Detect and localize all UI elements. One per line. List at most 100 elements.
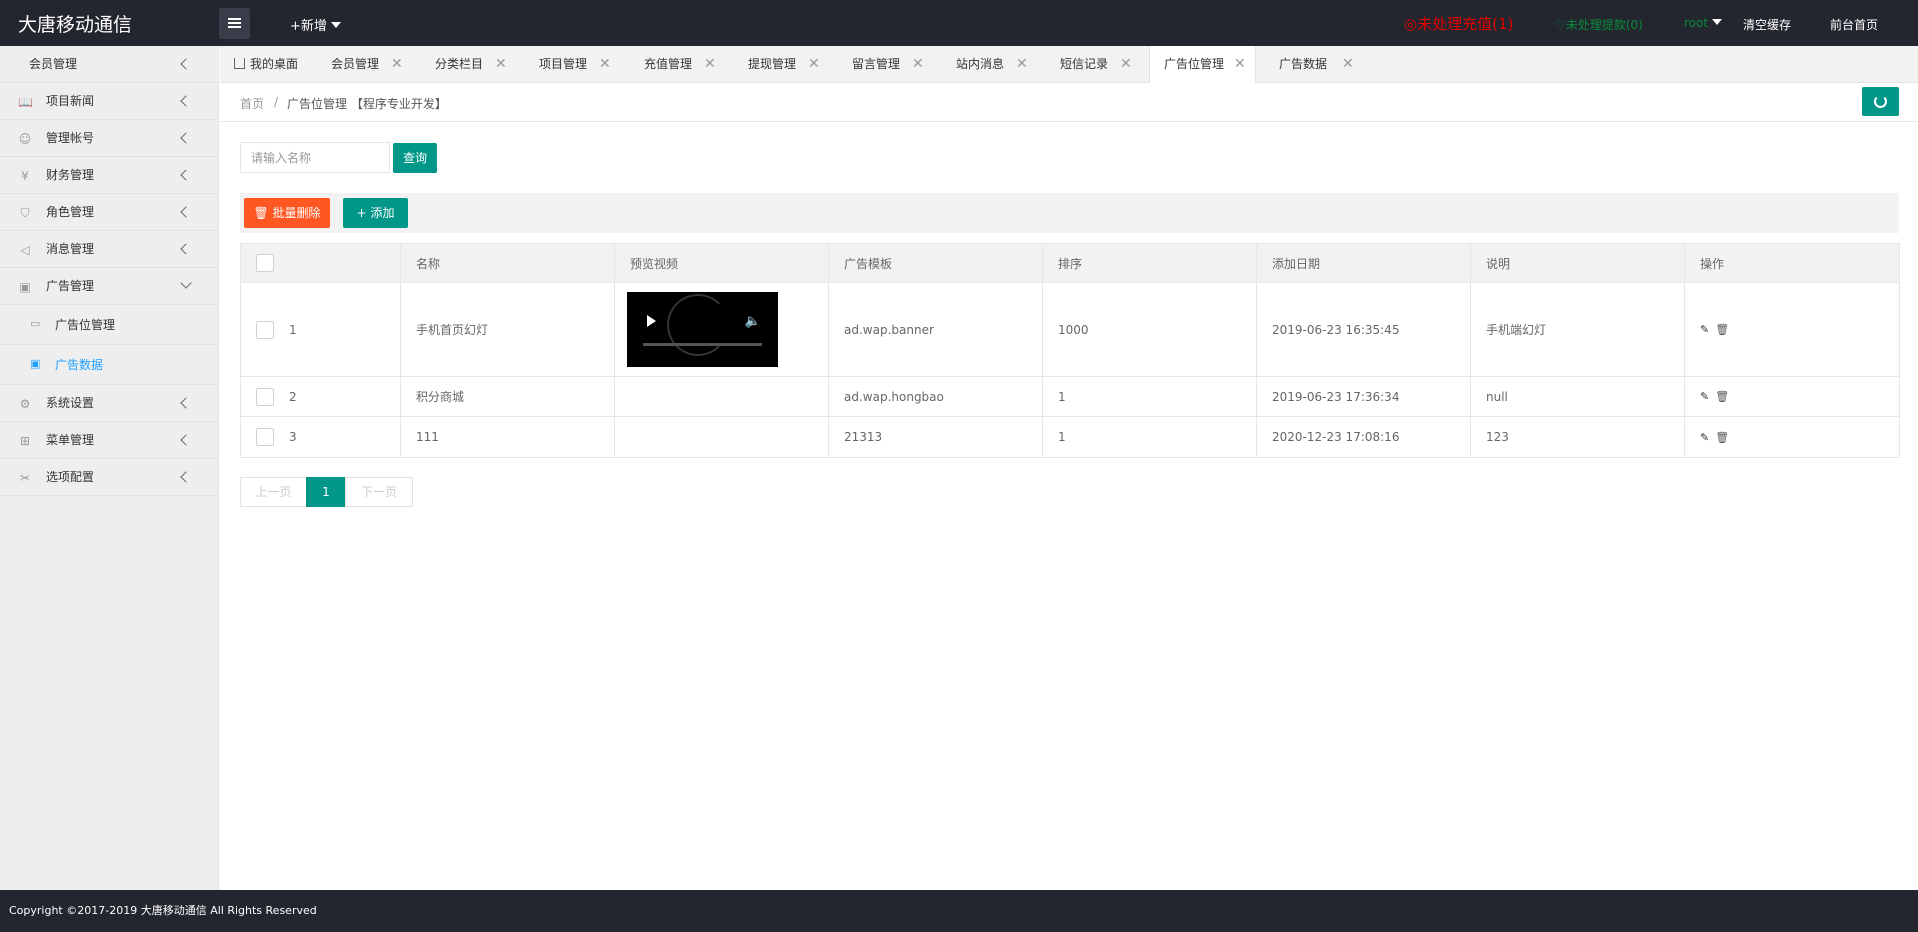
header-select-all-cell xyxy=(241,244,401,282)
sidebar-item-news[interactable]: 📖 项目新闻 xyxy=(0,83,218,120)
sidebar-item-label: 菜单管理 xyxy=(46,433,95,447)
trash-icon[interactable]: 🗑 xyxy=(1715,390,1729,403)
row-checkbox[interactable] xyxy=(256,428,274,446)
tab-ad-data[interactable]: 广告数据 ✕ xyxy=(1279,46,1359,83)
column-header: 预览视频 xyxy=(615,244,829,282)
prev-page-button[interactable]: 上一页 xyxy=(240,477,307,507)
close-icon[interactable]: ✕ xyxy=(391,46,403,83)
search-input[interactable] xyxy=(240,142,390,173)
tools-icon: ✂ xyxy=(19,471,31,485)
chevron-left-icon xyxy=(180,169,192,181)
breadcrumb-home[interactable]: 首页 xyxy=(240,95,264,112)
tab-label: 短信记录 xyxy=(1060,57,1109,71)
pending-recharge-link[interactable]: ◎未处理充值(1) xyxy=(1404,13,1513,34)
cell-sort: 1 xyxy=(1043,417,1257,457)
sidebar-item-label: 系统设置 xyxy=(46,396,95,410)
action-toolbar: 🗑 批量删除 + 添加 xyxy=(240,193,1899,233)
table-header-row: 名称 预览视频 广告模板 排序 添加日期 说明 操作 xyxy=(241,244,1899,283)
table-row: 3 111 21313 1 2020-12-23 17:08:16 123 ✎ 🗑 xyxy=(241,417,1899,457)
sidebar-item-finance[interactable]: ¥ 财务管理 xyxy=(0,157,218,194)
search-button[interactable]: 查询 xyxy=(393,143,437,173)
tab-categories[interactable]: 分类栏目 ✕ xyxy=(435,46,520,83)
tab-projects[interactable]: 项目管理 ✕ xyxy=(539,46,624,83)
chevron-left-icon xyxy=(180,243,192,255)
front-home-link[interactable]: 前台首页 xyxy=(1830,16,1878,33)
row-checkbox[interactable] xyxy=(256,320,274,339)
image-icon: ▣ xyxy=(30,357,41,370)
pending-withdraw-link[interactable]: ♡未处理提款(0) xyxy=(1555,16,1643,33)
tab-recharge[interactable]: 充值管理 ✕ xyxy=(644,46,729,83)
menu-toggle-button[interactable] xyxy=(219,8,250,39)
tab-ad-slots[interactable]: 广告位管理 ✕ xyxy=(1149,46,1256,83)
add-new-dropdown[interactable]: +新增 xyxy=(290,15,341,34)
sidebar-item-label: 角色管理 xyxy=(46,205,95,219)
close-icon[interactable]: ✕ xyxy=(599,46,611,83)
user-icon: ☺ xyxy=(18,132,32,146)
username: root xyxy=(1684,16,1709,30)
sidebar-item-accounts[interactable]: ☺ 管理帐号 xyxy=(0,120,218,157)
close-icon[interactable]: ✕ xyxy=(808,46,820,83)
video-progress-bar[interactable] xyxy=(643,343,762,346)
next-page-button[interactable]: 下一页 xyxy=(345,477,413,507)
close-icon[interactable]: ✕ xyxy=(1342,46,1354,83)
play-icon[interactable] xyxy=(647,315,656,327)
close-icon[interactable]: ✕ xyxy=(495,46,507,83)
cell-description: null xyxy=(1471,377,1685,416)
close-icon[interactable]: ✕ xyxy=(1120,46,1132,83)
cell-actions: ✎ 🗑 xyxy=(1685,377,1899,416)
cell-name: 积分商城 xyxy=(401,377,615,416)
row-select-cell: 3 xyxy=(241,417,401,457)
sidebar-item-roles[interactable]: ⛉ 角色管理 xyxy=(0,194,218,231)
row-checkbox[interactable] xyxy=(256,387,274,406)
video-player[interactable]: 🔈 xyxy=(627,292,778,367)
sidebar-item-options[interactable]: ✂ 选项配置 xyxy=(0,459,218,496)
top-header: 大唐移动通信 +新增 ◎未处理充值(1) ♡未处理提款(0) root 清空缓存… xyxy=(0,0,1918,46)
page-number-current[interactable]: 1 xyxy=(306,477,346,507)
edit-icon[interactable]: ✎ xyxy=(1700,390,1709,403)
tab-withdraw[interactable]: 提现管理 ✕ xyxy=(748,46,833,83)
tab-sms-log[interactable]: 短信记录 ✕ xyxy=(1060,46,1145,83)
cell-date: 2019-06-23 16:35:45 xyxy=(1257,283,1471,376)
speaker-icon: ◁ xyxy=(20,243,30,257)
tab-desktop[interactable]: 我的桌面 xyxy=(234,46,324,83)
close-icon[interactable]: ✕ xyxy=(912,46,924,83)
select-all-checkbox[interactable] xyxy=(256,254,274,272)
cell-description: 123 xyxy=(1471,417,1685,457)
sidebar-item-settings[interactable]: ⚙ 系统设置 xyxy=(0,385,218,422)
clear-cache-link[interactable]: 清空缓存 xyxy=(1743,16,1791,33)
edit-icon[interactable]: ✎ xyxy=(1700,323,1709,336)
sidebar-item-ads[interactable]: ▣ 广告管理 xyxy=(0,268,218,305)
close-icon[interactable]: ✕ xyxy=(704,46,716,83)
sidebar-subitem-ad-data[interactable]: ▣ 广告数据 xyxy=(0,345,218,385)
volume-icon[interactable]: 🔈 xyxy=(745,314,761,329)
sidebar: 会员管理 📖 项目新闻 ☺ 管理帐号 ¥ 财务管理 ⛉ 角色管理 ◁ 消息管理 … xyxy=(0,46,219,890)
add-label: 添加 xyxy=(370,206,395,220)
trash-icon[interactable]: 🗑 xyxy=(1715,431,1729,444)
sidebar-item-members[interactable]: 会员管理 xyxy=(0,46,218,83)
tab-members[interactable]: 会员管理 ✕ xyxy=(331,46,416,83)
sidebar-subitem-ad-slots[interactable]: ▭ 广告位管理 xyxy=(0,305,218,345)
shield-icon: ⛉ xyxy=(20,206,30,220)
batch-delete-button[interactable]: 🗑 批量删除 xyxy=(244,198,330,228)
row-id: 2 xyxy=(289,389,297,404)
ad-slot-table: 名称 预览视频 广告模板 排序 添加日期 说明 操作 1 手机首页幻灯 🔈 ad… xyxy=(240,243,1900,458)
sidebar-item-label: 消息管理 xyxy=(46,242,95,256)
tab-label: 会员管理 xyxy=(331,57,380,71)
trash-icon[interactable]: 🗑 xyxy=(1715,323,1729,336)
user-menu[interactable]: root xyxy=(1684,16,1723,30)
cell-video: 🔈 xyxy=(615,283,829,376)
column-header: 说明 xyxy=(1471,244,1685,282)
refresh-button[interactable] xyxy=(1862,87,1899,116)
tab-label: 广告位管理 xyxy=(1164,57,1225,71)
tab-label: 项目管理 xyxy=(539,57,588,71)
close-icon[interactable]: ✕ xyxy=(1234,46,1246,83)
chevron-left-icon xyxy=(180,397,192,409)
tab-guestbook[interactable]: 留言管理 ✕ xyxy=(852,46,937,83)
tab-site-messages[interactable]: 站内消息 ✕ xyxy=(956,46,1041,83)
sidebar-item-messages[interactable]: ◁ 消息管理 xyxy=(0,231,218,268)
edit-icon[interactable]: ✎ xyxy=(1700,431,1709,444)
tab-label: 提现管理 xyxy=(748,57,797,71)
close-icon[interactable]: ✕ xyxy=(1016,46,1028,83)
add-button[interactable]: + 添加 xyxy=(343,198,408,228)
sidebar-item-menus[interactable]: ⊞ 菜单管理 xyxy=(0,422,218,459)
